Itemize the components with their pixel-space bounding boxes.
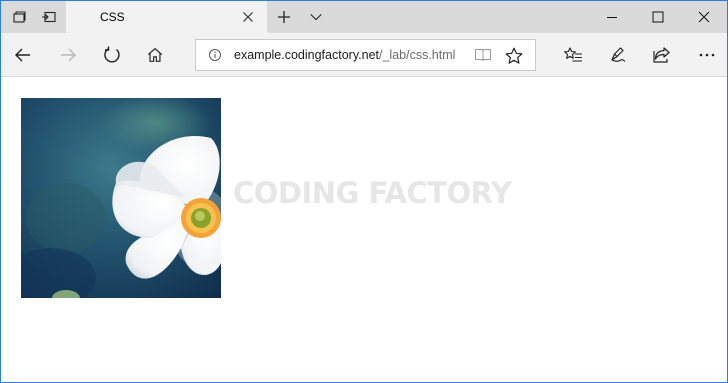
url-host: example.codingfactory.net <box>234 48 379 62</box>
page-content: CODING FACTORY <box>1 78 727 382</box>
refresh-icon <box>104 46 120 63</box>
favorites-hub-button[interactable] <box>557 39 589 71</box>
tab-title: CSS <box>100 10 125 24</box>
arrow-right-icon <box>61 48 76 62</box>
minimize-icon <box>607 17 617 18</box>
flower-image <box>21 98 221 298</box>
share-icon <box>653 47 670 63</box>
close-icon <box>698 11 710 23</box>
pen-icon <box>611 47 626 62</box>
share-button[interactable] <box>646 39 678 71</box>
plus-icon <box>278 11 290 23</box>
home-icon <box>147 47 163 62</box>
close-icon[interactable] <box>240 9 256 25</box>
minimize-button[interactable] <box>589 1 635 33</box>
info-icon[interactable] <box>208 48 222 62</box>
new-tab-button[interactable] <box>273 7 295 27</box>
address-bar[interactable]: example.codingfactory.net/_lab/css.html <box>195 39 536 71</box>
set-tabs-aside-icon[interactable] <box>33 1 65 33</box>
forward-button[interactable] <box>52 39 84 71</box>
chevron-down-icon <box>310 14 322 21</box>
tab-preview-icon[interactable] <box>3 1 35 33</box>
star-icon[interactable] <box>504 46 524 66</box>
watermark-text: CODING FACTORY <box>233 176 512 210</box>
web-note-button[interactable] <box>602 39 634 71</box>
book-icon[interactable] <box>474 47 492 63</box>
more-icon <box>699 53 715 57</box>
home-button[interactable] <box>139 39 171 71</box>
tab-strip: CSS <box>1 1 727 34</box>
url-text[interactable]: example.codingfactory.net/_lab/css.html <box>234 48 455 62</box>
favorites-list-icon <box>564 47 582 62</box>
back-button[interactable] <box>7 39 39 71</box>
url-path: /_lab/css.html <box>379 48 456 62</box>
tab-css[interactable]: CSS <box>66 1 267 34</box>
navigation-bar: example.codingfactory.net/_lab/css.html <box>1 33 727 77</box>
refresh-button[interactable] <box>96 39 128 71</box>
close-window-button[interactable] <box>681 1 727 33</box>
browser-window: CSS example.codingfactory.net/_lab/css.h… <box>0 0 728 383</box>
maximize-button[interactable] <box>635 1 681 33</box>
arrow-left-icon <box>15 48 30 62</box>
maximize-icon <box>652 11 664 23</box>
tab-menu-button[interactable] <box>305 7 327 27</box>
more-button[interactable] <box>691 39 723 71</box>
